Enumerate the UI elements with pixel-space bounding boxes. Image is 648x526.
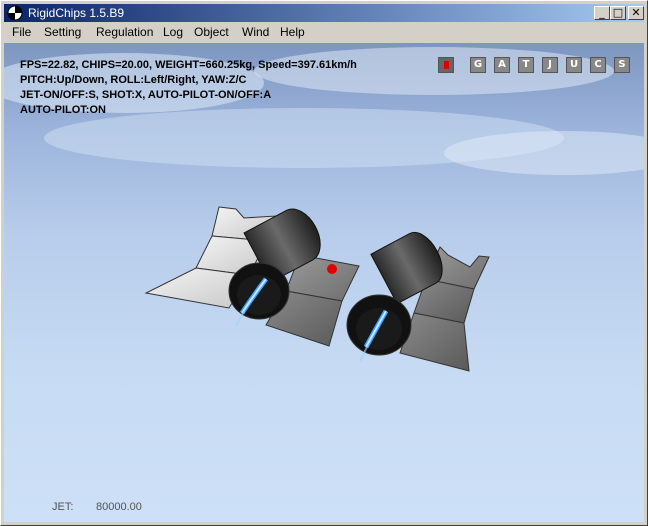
menu-log[interactable]: Log (163, 25, 183, 39)
window-title: RigidChips 1.5.B9 (28, 6, 125, 20)
app-window: RigidChips 1.5.B9 _ □ ✕ File Setting Reg… (0, 0, 648, 526)
menu-help[interactable]: Help (280, 25, 305, 39)
menu-file[interactable]: File (12, 25, 31, 39)
menu-bar: File Setting Regulation Log Object Wind … (4, 23, 644, 42)
aircraft-model (144, 206, 490, 372)
menu-setting[interactable]: Setting (44, 25, 81, 39)
maximize-button[interactable]: □ (610, 6, 626, 20)
app-icon (7, 5, 23, 21)
3d-viewport[interactable]: FPS=22.82, CHIPS=20.00, WEIGHT=660.25kg,… (4, 43, 644, 522)
menu-object[interactable]: Object (194, 25, 229, 39)
title-bar[interactable]: RigidChips 1.5.B9 _ □ ✕ (4, 4, 644, 22)
jet-value: 80000.00 (96, 501, 142, 513)
minimize-button[interactable]: _ (594, 6, 610, 20)
jet-label: JET: (52, 501, 74, 513)
red-marker (327, 264, 337, 274)
close-button[interactable]: ✕ (628, 6, 644, 20)
menu-regulation[interactable]: Regulation (96, 25, 153, 39)
menu-wind[interactable]: Wind (242, 25, 269, 39)
